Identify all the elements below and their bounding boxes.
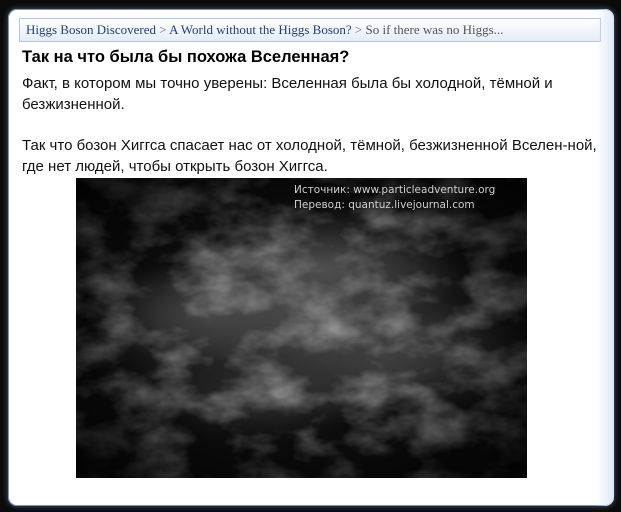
breadcrumb-current: So if there was no Higgs... <box>365 22 504 37</box>
breadcrumb-separator: > <box>156 22 170 37</box>
cloud-texture <box>76 178 527 478</box>
breadcrumb-separator: > <box>351 22 366 37</box>
breadcrumb: Higgs Boson Discovered > A World without… <box>19 18 601 42</box>
paragraph-fact: Факт, в котором мы точно уверены: Вселен… <box>22 75 553 113</box>
image-credit-source: Источник: www.particleadventure.org <box>294 184 496 196</box>
breadcrumb-link-higgs-discovered[interactable]: Higgs Boson Discovered <box>26 22 156 37</box>
paragraph-conclusion: Так что бозон Хиггса спасает нас от холо… <box>22 137 597 175</box>
image-credit-translation: Перевод: quantuz.livejournal.com <box>294 199 475 211</box>
breadcrumb-link-world-without-higgs[interactable]: A World without the Higgs Boson? <box>169 22 352 37</box>
page-title: Так на что была бы похожа Вселенная? <box>22 48 350 66</box>
content-window: Higgs Boson Discovered > A World without… <box>8 9 614 506</box>
dark-clouds-image: Источник: www.particleadventure.org Пере… <box>76 178 527 478</box>
